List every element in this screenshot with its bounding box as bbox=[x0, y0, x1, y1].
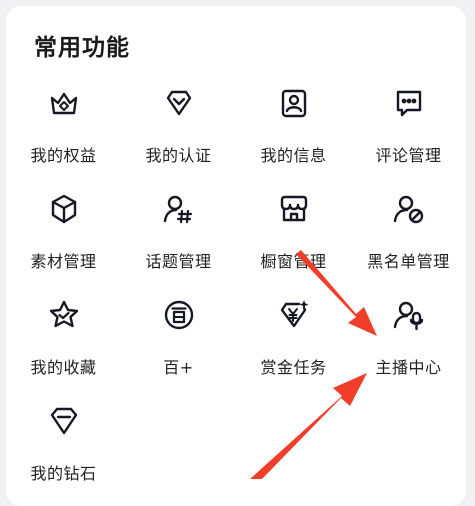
grid-item-showcase-management[interactable]: 橱窗管理 bbox=[236, 188, 351, 288]
bounty-yen-icon bbox=[277, 298, 311, 332]
blocked-user-icon bbox=[392, 192, 426, 226]
grid-item-streamer-center[interactable]: 主播中心 bbox=[351, 294, 466, 394]
grid-item-label: 赏金任务 bbox=[260, 358, 327, 377]
cube-icon bbox=[47, 192, 81, 226]
bai-circle-icon bbox=[162, 298, 196, 332]
verified-badge-icon bbox=[162, 86, 196, 120]
grid-item-label: 我的权益 bbox=[30, 146, 97, 165]
grid-item-my-rights[interactable]: 我的权益 bbox=[6, 82, 121, 182]
grid-item-label: 我的收藏 bbox=[30, 358, 97, 377]
grid-item-bai-plus[interactable]: 百+ bbox=[121, 294, 236, 394]
grid-item-topic-management[interactable]: 话题管理 bbox=[121, 188, 236, 288]
grid-item-label: 主播中心 bbox=[375, 358, 442, 377]
grid-item-bounty-tasks[interactable]: 赏金任务 bbox=[236, 294, 351, 394]
grid-item-blacklist-management[interactable]: 黑名单管理 bbox=[351, 188, 466, 288]
grid-item-label: 黑名单管理 bbox=[367, 252, 450, 271]
grid-item-label: 百+ bbox=[163, 358, 194, 377]
grid-item-my-verification[interactable]: 我的认证 bbox=[121, 82, 236, 182]
storefront-icon bbox=[277, 192, 311, 226]
grid-item-label: 我的钻石 bbox=[30, 464, 97, 483]
grid-item-label: 话题管理 bbox=[145, 252, 212, 271]
topic-hashtag-icon bbox=[162, 192, 196, 226]
star-check-icon bbox=[47, 298, 81, 332]
grid-item-comment-management[interactable]: 评论管理 bbox=[351, 82, 466, 182]
profile-card-icon bbox=[277, 86, 311, 120]
grid-item-my-favorites[interactable]: 我的收藏 bbox=[6, 294, 121, 394]
diamond-icon bbox=[47, 404, 81, 438]
grid-item-material-management[interactable]: 素材管理 bbox=[6, 188, 121, 288]
section-title: 常用功能 bbox=[34, 35, 130, 61]
crown-icon bbox=[47, 86, 81, 120]
comment-bubble-icon bbox=[392, 86, 426, 120]
grid-item-label: 素材管理 bbox=[30, 252, 97, 271]
grid-item-label: 我的认证 bbox=[145, 146, 212, 165]
grid-item-my-diamonds[interactable]: 我的钻石 bbox=[6, 400, 121, 500]
streamer-mic-icon bbox=[392, 298, 426, 332]
grid-item-label: 评论管理 bbox=[375, 146, 442, 165]
grid-item-my-info[interactable]: 我的信息 bbox=[236, 82, 351, 182]
grid-item-label: 橱窗管理 bbox=[260, 252, 327, 271]
grid-item-label: 我的信息 bbox=[260, 146, 327, 165]
